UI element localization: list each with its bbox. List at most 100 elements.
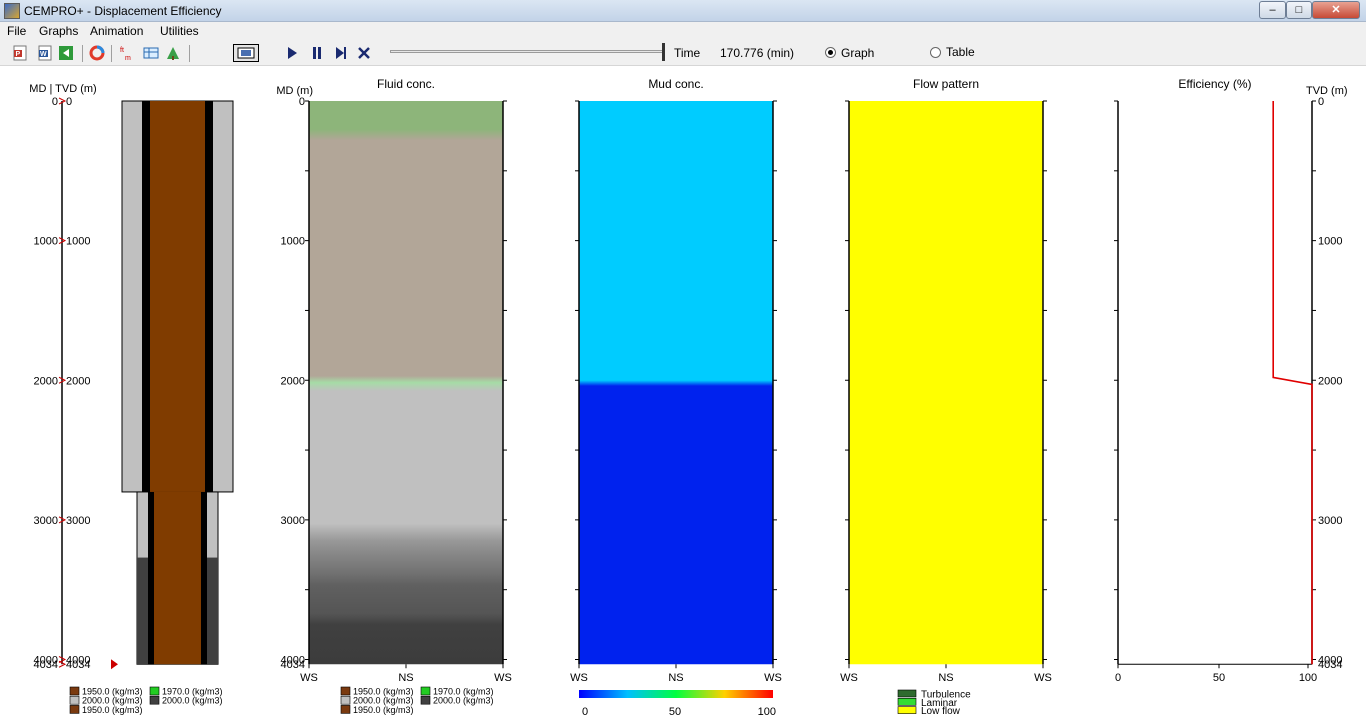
fluid-legend-swatch [340,686,351,696]
graph-radio-label[interactable]: Graph [841,46,874,60]
menu-animation[interactable]: Animation [90,24,143,38]
fluid-legend-swatch [420,686,431,696]
chart-ring-icon[interactable] [89,45,105,61]
back-icon[interactable] [58,45,74,61]
table-radio-label[interactable]: Table [946,45,975,59]
wellbore-legend-swatch [149,695,160,705]
tree-icon[interactable] [165,45,181,61]
wellbore-tvd-tick: 1000 [66,236,90,248]
ft-to-m-icon[interactable]: ftm [120,45,136,61]
pipe-wall-right [205,101,213,492]
flow-pattern-x-label: WS [1034,672,1052,684]
minimize-button[interactable]: – [1259,1,1286,19]
time-value: 170.776 (min) [720,46,795,60]
pdf-export-icon[interactable]: P [12,45,28,61]
table-icon[interactable] [143,45,159,61]
fluid-conc-x-label: WS [300,672,318,684]
efficiency-x-label: 50 [1213,672,1225,684]
svg-text:W: W [40,51,47,58]
fluid-conc-y-tick: 4034 [281,659,305,671]
flow-pattern-x-label: WS [840,672,858,684]
fluid-conc-y-tick: 2000 [281,375,305,387]
wellbore-tvd-tick: 3000 [66,515,90,527]
time-slider[interactable] [390,50,664,53]
mud-conc-x-label: WS [570,672,588,684]
menu-utilities[interactable]: Utilities [160,24,199,38]
fluid-legend-swatch [340,705,351,714]
pipe-wall-left [142,101,150,492]
current-depth-marker [111,659,118,670]
step-icon[interactable] [333,45,349,61]
fluid-legend-label: 1950.0 (kg/m3) [353,705,414,715]
fluid-conc-plot [309,101,503,665]
menu-graphs[interactable]: Graphs [39,24,78,38]
play-icon[interactable] [284,45,300,61]
mud-conc-x-label: NS [668,672,683,684]
inner-mud-upper [150,101,205,492]
wellbore-legend-swatch [69,686,80,696]
close-button[interactable]: ✕ [1312,1,1360,19]
efficiency-axis-label: TVD (m) [1306,85,1348,97]
flow-legend-swatch [897,697,917,706]
colorbar-label: 50 [669,706,681,718]
app-icon [4,3,20,19]
fluid-conc-y-tick: 3000 [281,515,305,527]
inner-mud-lower [154,491,201,665]
efficiency-y-tick: 2000 [1318,375,1342,387]
title-bar: CEMPRO+ - Displacement Efficiency – □ ✕ [0,0,1366,22]
wellbore-tvd-tick: 2000 [66,375,90,387]
time-label: Time [674,46,701,60]
efficiency-curve [1272,101,1313,665]
flow-pattern-x-label: NS [938,672,953,684]
svg-text:m: m [125,55,131,61]
colorbar-label: 100 [758,706,776,718]
time-slider-thumb[interactable] [662,43,665,61]
toolbar-separator [111,45,112,62]
toolbar: P W ft m Time 170.776 (min) Graph Table [0,41,1366,66]
wellbore-md-tick: 4034 [34,659,58,671]
screenshot-icon[interactable] [233,44,259,62]
wellbore-legend-label: 1950.0 (kg/m3) [82,705,143,715]
fluid-legend-label: 2000.0 (kg/m3) [433,696,494,706]
window-title: CEMPRO+ - Displacement Efficiency [24,4,222,18]
efficiency-x-label: 0 [1115,672,1121,684]
pause-icon[interactable] [309,45,325,61]
stop-icon[interactable] [356,45,372,61]
toolbar-separator [82,45,83,62]
fluid-conc-axis-label: MD (m) [276,85,313,97]
efficiency-y-tick: 1000 [1318,236,1342,248]
displacement-graphs: MD | TVD (m)0 01000 10002000 20003000 300040… [29,77,1348,718]
fluid-conc-title: Fluid conc. [377,77,435,91]
toolbar-separator [189,45,190,62]
fluid-conc-y-tick: 1000 [281,236,305,248]
colorbar-label: 0 [582,706,588,718]
menu-file[interactable]: File [7,24,26,38]
pipe-wall-right-lower [201,491,207,665]
efficiency-x-label: 100 [1299,672,1317,684]
maximize-button[interactable]: □ [1286,1,1312,19]
efficiency-y-tick: 3000 [1318,515,1342,527]
wellbore-legend-swatch [69,705,80,714]
wellbore-legend-swatch [69,695,80,705]
flow-pattern-title: Flow pattern [913,77,979,91]
table-radio[interactable] [930,47,941,58]
fluid-conc-x-label: NS [398,672,413,684]
fluid-conc-x-label: WS [494,672,512,684]
wellbore-md-tick: 3000 [34,515,58,527]
menu-bar: File Graphs Animation Utilities [0,22,1366,41]
flow-pattern-plot [849,101,1043,665]
graph-radio[interactable] [825,47,836,58]
wellbore-md-tick: 1000 [34,236,58,248]
wellbore-md-tick: 2000 [34,375,58,387]
wellbore-legend-label: 2000.0 (kg/m3) [162,696,223,706]
efficiency-title: Efficiency (%) [1178,77,1251,91]
fluid-conc-y-tick: 0 [299,96,305,108]
svg-text:ft: ft [120,47,124,54]
flow-legend-swatch [897,689,917,698]
efficiency-y-tick: 4034 [1318,659,1342,671]
wellbore-legend-swatch [149,686,160,696]
flow-legend-swatch [897,706,917,714]
mud-conc-plot [579,101,773,665]
word-export-icon[interactable]: W [37,45,53,61]
wellbore-tvd-tick: 0 [66,96,72,108]
